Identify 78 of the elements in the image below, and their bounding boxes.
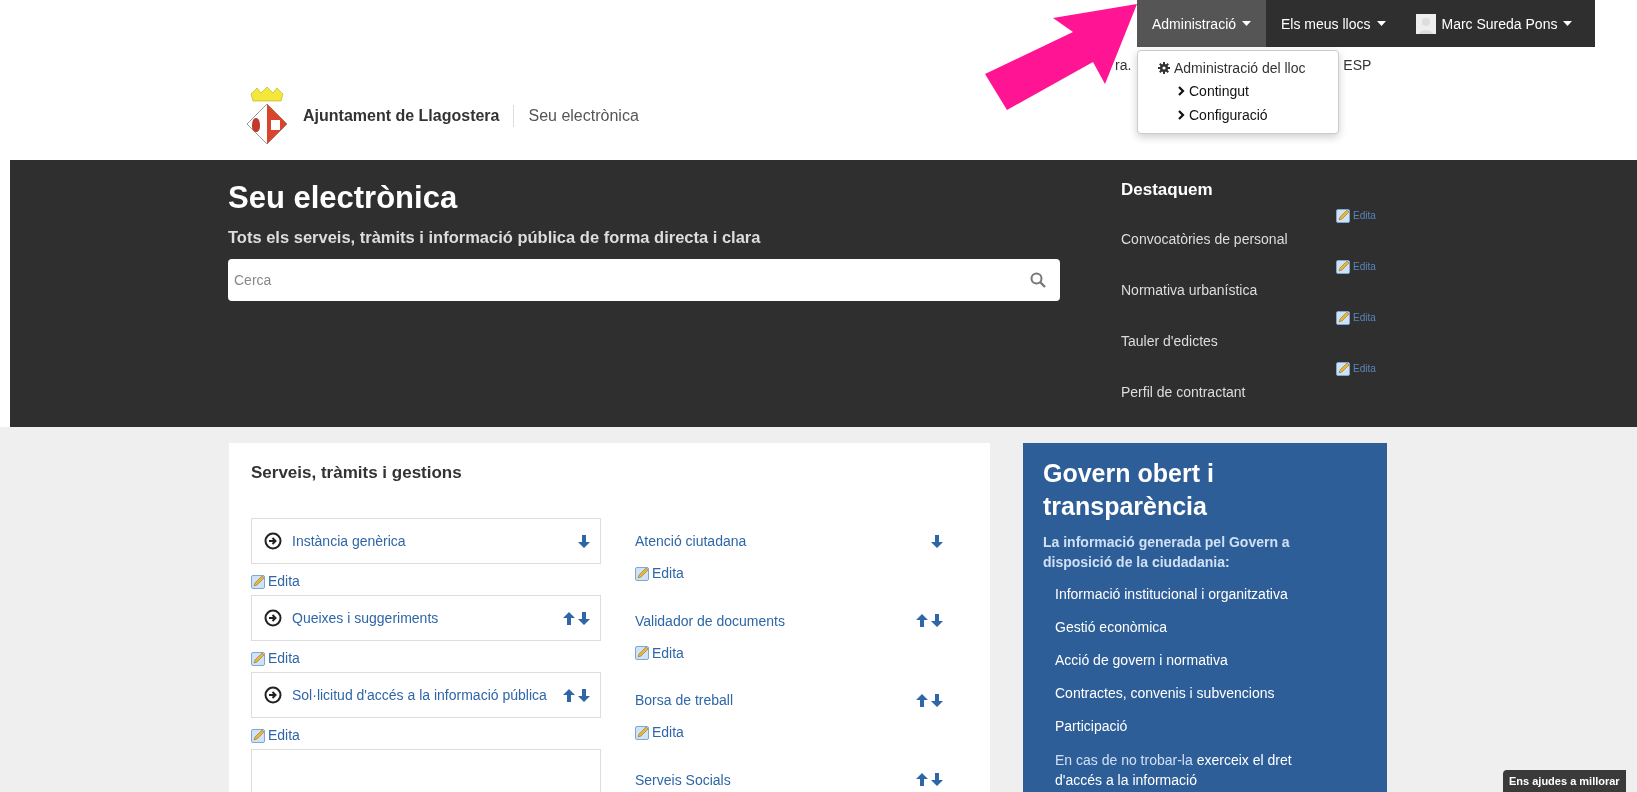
dropdown-item[interactable]: Contingut	[1138, 79, 1289, 103]
down-arrow-icon[interactable]	[578, 611, 590, 625]
dropdown-item[interactable]: Configuració	[1138, 103, 1308, 127]
panel-link[interactable]: Informació institucional i organitzativa	[1043, 578, 1367, 612]
edit-link[interactable]: Edita	[1336, 361, 1376, 376]
edit-icon	[635, 724, 650, 740]
edit-link[interactable]: Edita	[251, 650, 300, 666]
edit-link[interactable]: Edita	[635, 644, 684, 661]
search-icon[interactable]	[1030, 272, 1046, 288]
caret-icon	[1563, 21, 1573, 26]
service-link[interactable]: Atenció ciutadana	[635, 533, 747, 549]
service-link[interactable]: Queixes i suggeriments	[292, 610, 553, 626]
arrow-circle-icon	[264, 686, 282, 704]
admin-menu[interactable]: Els meus llocs	[1266, 0, 1401, 47]
search-field[interactable]: Cerca	[228, 259, 1060, 301]
edit-icon	[635, 565, 650, 581]
edit-icon	[251, 573, 266, 589]
service-link[interactable]: Serveis Socials	[635, 771, 731, 788]
gear-icon	[1158, 62, 1170, 74]
up-arrow-icon[interactable]	[916, 693, 928, 707]
up-arrow-icon[interactable]	[563, 688, 575, 702]
service-link[interactable]: Validador de documents	[635, 612, 785, 629]
crest-icon	[245, 86, 289, 146]
panel-link[interactable]: Gestió econòmica	[1043, 611, 1367, 645]
caret-icon	[1242, 21, 1252, 26]
service-link[interactable]: Borsa de treball	[635, 692, 734, 708]
caret-icon	[1376, 21, 1386, 26]
card-title: Serveis, tràmits i gestions	[251, 463, 463, 483]
featured-link[interactable]: Perfil de contractant	[1121, 384, 1246, 400]
language-link[interactable]: ra.	[1115, 57, 1132, 73]
edit-icon	[251, 650, 266, 666]
edit-icon	[251, 727, 266, 743]
down-arrow-icon[interactable]	[578, 688, 590, 702]
admin-menu[interactable]: Marc Sureda Pons	[1400, 0, 1588, 47]
edit-link[interactable]: Edita	[251, 573, 300, 589]
featured-link[interactable]: Tauler d'edictes	[1121, 333, 1218, 349]
service-link[interactable]: Sol·licitud d'accés a la informació pública	[292, 687, 553, 703]
down-arrow-icon[interactable]	[931, 693, 943, 707]
edit-icon	[1336, 259, 1351, 274]
featured-link[interactable]: Normativa urbanística	[1121, 282, 1258, 298]
edit-link[interactable]: Edita	[1336, 208, 1376, 223]
up-arrow-icon[interactable]	[916, 614, 928, 627]
edit-icon	[1336, 361, 1351, 376]
panel-link[interactable]: Participació	[1043, 710, 1367, 744]
panel-title: Govern obert i transparència	[1043, 458, 1215, 522]
edit-link[interactable]: Edita	[1336, 259, 1376, 274]
panel-link[interactable]: Contractes, convenis i subvencions	[1043, 677, 1367, 711]
feedback-tab[interactable]: Ens ajudes a millorar	[1503, 770, 1626, 792]
down-arrow-icon[interactable]	[931, 534, 943, 548]
edit-link[interactable]: Edita	[635, 724, 684, 740]
up-arrow-icon[interactable]	[916, 773, 928, 786]
down-arrow-icon[interactable]	[578, 534, 590, 548]
language-link[interactable]: ESP	[1343, 57, 1372, 73]
featured-title: Destaquem	[1121, 180, 1214, 200]
edit-link[interactable]: Edita	[1336, 310, 1376, 325]
service-link[interactable]: Instància genèrica	[292, 533, 568, 549]
panel-subtitle: La informació generada pel Govern a disposició de la ciudadania:	[1043, 533, 1291, 573]
admin-menu[interactable]: Administració	[1137, 0, 1267, 47]
edit-link[interactable]: Edita	[635, 565, 684, 581]
chevron-icon	[1178, 86, 1185, 96]
page-subtitle: Tots els serveis, tràmits i informació pública de forma directa i clara	[228, 228, 762, 247]
edit-icon	[1336, 208, 1351, 223]
edit-icon	[1336, 310, 1351, 325]
access-info-text: En cas de no trobar-la exerceix el dret d'accés a la informació	[1054, 750, 1293, 790]
down-arrow-icon[interactable]	[931, 773, 943, 786]
edit-link[interactable]: Edita	[251, 727, 300, 743]
section-name: Seu electrònica	[528, 107, 639, 125]
page-title: Seu electrònica	[228, 180, 459, 216]
chevron-icon	[1178, 110, 1185, 120]
up-arrow-icon[interactable]	[563, 611, 575, 625]
arrow-circle-icon	[264, 532, 282, 550]
arrow-circle-icon	[264, 609, 282, 627]
featured-link[interactable]: Convocatòries de personal	[1121, 231, 1288, 247]
down-arrow-icon[interactable]	[931, 614, 943, 627]
site-name: Ajuntament de Llagostera	[303, 107, 500, 125]
panel-link[interactable]: Acció de govern i normativa	[1043, 644, 1367, 678]
edit-icon	[635, 645, 650, 660]
dropdown-item[interactable]: Administració del lloc	[1138, 57, 1326, 79]
